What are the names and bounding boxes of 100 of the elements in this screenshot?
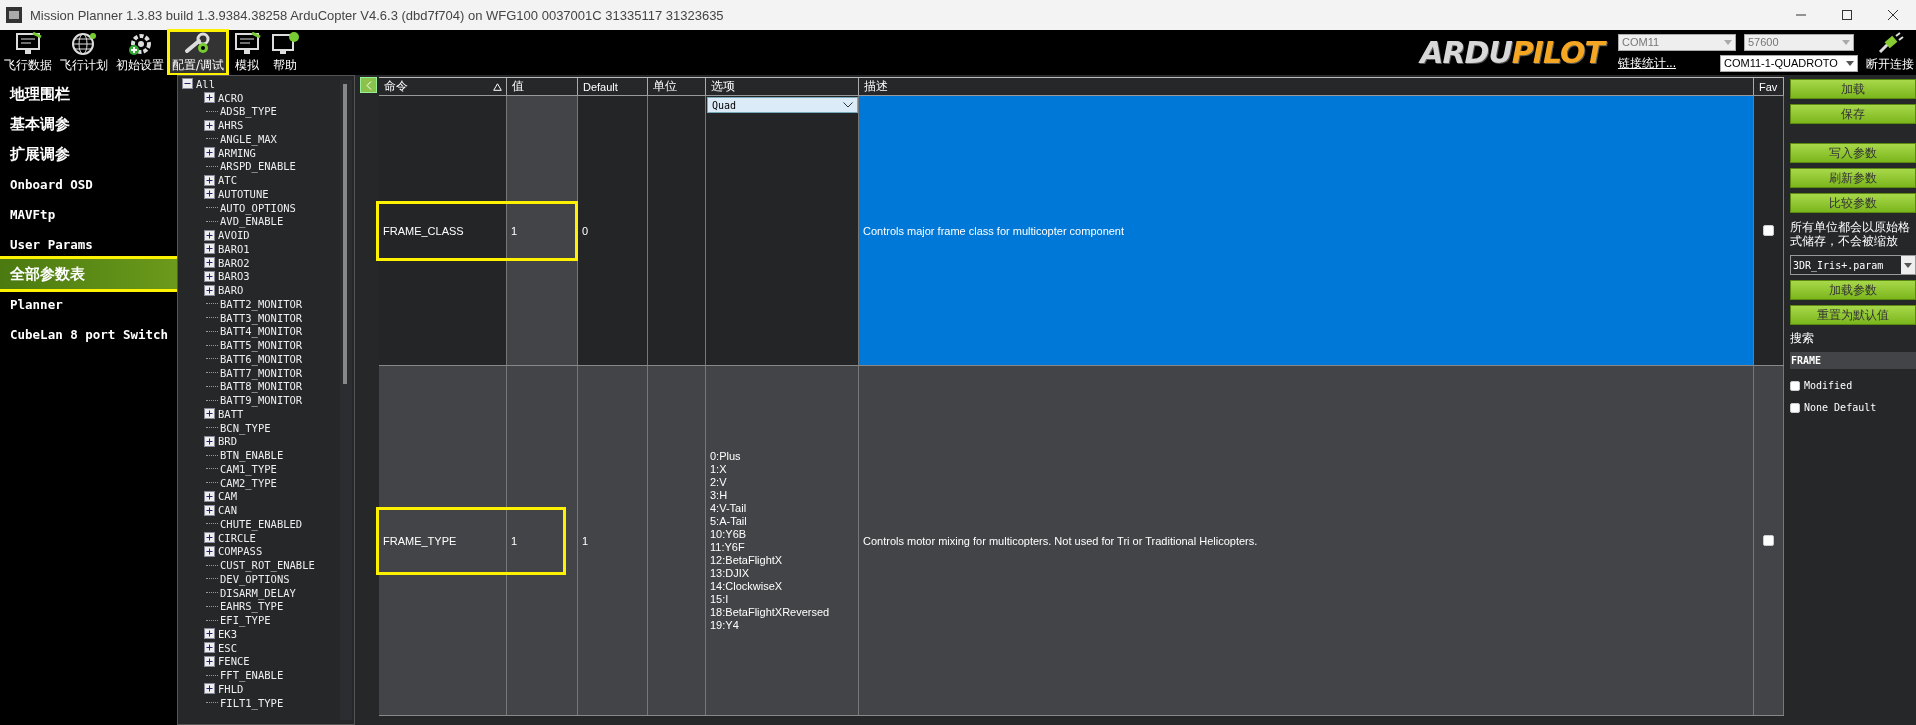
tree-item[interactable]: ACRO — [218, 91, 244, 104]
tree-item[interactable]: CAM1_TYPE — [220, 462, 277, 475]
tree-item[interactable]: FILT1_TYPE — [220, 696, 284, 709]
scrollbar[interactable] — [340, 80, 352, 720]
column-header[interactable]: 描述 — [859, 78, 1754, 95]
tree-item[interactable]: COMPASS — [218, 545, 263, 558]
expand-icon[interactable] — [204, 257, 215, 269]
tree-item[interactable]: BATT — [218, 407, 244, 420]
tree-item[interactable]: BATT6_MONITOR — [220, 352, 303, 365]
tree-item[interactable]: All — [196, 77, 215, 90]
expand-icon[interactable] — [204, 504, 215, 516]
toolbar-tab[interactable]: 飞行计划 — [56, 30, 112, 75]
tree-item[interactable]: EAHRS_TYPE — [220, 600, 284, 613]
close-icon[interactable] — [1888, 10, 1898, 20]
tree-item[interactable]: EK3 — [218, 627, 237, 640]
action-button[interactable]: 加载参数 — [1790, 280, 1916, 300]
expand-icon[interactable] — [204, 628, 215, 640]
tree-item[interactable]: CUST_ROT_ENABLE — [220, 559, 315, 572]
expand-icon[interactable] — [204, 532, 215, 544]
sidebar-item[interactable]: 地理围栏 — [0, 79, 177, 109]
sidebar-item[interactable]: User Params — [0, 229, 177, 259]
tree-item[interactable]: FFT_ENABLE — [220, 669, 284, 682]
tree-item[interactable]: AUTOTUNE — [218, 187, 269, 200]
action-button[interactable]: 重置为默认值 — [1790, 305, 1916, 325]
search-field[interactable]: FRAME_ — [1790, 352, 1916, 369]
tree-item[interactable]: AUTO_OPTIONS — [220, 201, 296, 214]
filter-checkbox[interactable] — [1790, 402, 1800, 413]
sidebar-item[interactable]: 全部参数表 — [0, 259, 177, 289]
tree-item[interactable]: BATT2_MONITOR — [220, 297, 303, 310]
expand-icon[interactable] — [204, 655, 215, 667]
tree-item[interactable]: BATT8_MONITOR — [220, 380, 303, 393]
options-dropdown[interactable]: Quad — [707, 97, 858, 113]
tree-item[interactable]: BATT7_MONITOR — [220, 366, 303, 379]
column-header[interactable]: 命令 — [379, 78, 507, 95]
port-dropdown[interactable]: COM11 — [1618, 33, 1736, 51]
column-header[interactable]: 单位 — [648, 78, 706, 95]
sidebar-item[interactable]: 基本调参 — [0, 109, 177, 139]
expand-icon[interactable] — [204, 270, 215, 282]
tree-item[interactable]: BRD — [218, 435, 237, 448]
tree-item[interactable]: FHLD — [218, 682, 244, 695]
filter-checkbox[interactable] — [1790, 380, 1800, 391]
tree-item[interactable]: ARSPD_ENABLE — [220, 160, 296, 173]
collapse-icon[interactable] — [182, 78, 193, 90]
tree-item[interactable]: BATT5_MONITOR — [220, 339, 303, 352]
column-header[interactable]: 选项 — [706, 78, 859, 95]
sidebar-item[interactable]: MAVFtp — [0, 199, 177, 229]
tree-item[interactable]: CAN — [218, 504, 237, 517]
tree-item[interactable]: BARO1 — [218, 242, 250, 255]
tree-item[interactable]: BCN_TYPE — [220, 421, 271, 434]
tree-item[interactable]: BATT3_MONITOR — [220, 311, 303, 324]
action-button[interactable]: 加载 — [1790, 79, 1916, 99]
toolbar-tab[interactable]: 飞行数据 — [0, 30, 56, 75]
tree-item[interactable]: AVD_ENABLE — [220, 215, 284, 228]
tree-item[interactable]: EFI_TYPE — [220, 614, 271, 627]
expand-icon[interactable] — [204, 683, 215, 695]
value-field[interactable]: 1 — [507, 96, 578, 365]
sidebar-item[interactable]: CubeLan 8 port Switch — [0, 319, 177, 349]
expand-icon[interactable] — [204, 490, 215, 502]
maximize-icon[interactable] — [1842, 10, 1852, 20]
tree-item[interactable]: ARMING — [218, 146, 256, 159]
tree-item[interactable]: AVOID — [218, 229, 250, 242]
tree-item[interactable]: AHRS — [218, 119, 244, 132]
sidebar-item[interactable]: Onboard OSD — [0, 169, 177, 199]
tree-item[interactable]: ATC — [218, 174, 237, 187]
expand-icon[interactable] — [204, 284, 215, 296]
expand-icon[interactable] — [204, 174, 215, 186]
toolbar-tab[interactable]: 模拟 — [228, 30, 267, 75]
sidebar-item[interactable]: Planner — [0, 289, 177, 319]
column-header[interactable]: Default — [578, 78, 648, 95]
tree-item[interactable]: CAM2_TYPE — [220, 476, 277, 489]
expand-icon[interactable] — [204, 229, 215, 241]
expand-icon[interactable] — [204, 92, 215, 104]
disconnect-button[interactable]: 断开连接 — [1866, 32, 1916, 73]
table-row[interactable]: FRAME_CLASS 1 0 Quad Controls major frame class for multicopter component — [379, 96, 1784, 366]
baud-dropdown[interactable]: 57600 — [1744, 33, 1854, 51]
tree-item[interactable]: ADSB_TYPE — [220, 105, 277, 118]
link-stats-link[interactable]: 链接统计... — [1618, 54, 1676, 72]
tree-item[interactable]: BARO2 — [218, 256, 250, 269]
expand-icon[interactable] — [204, 243, 215, 255]
tree-item[interactable]: ANGLE_MAX — [220, 132, 277, 145]
expand-icon[interactable] — [204, 435, 215, 447]
tree-item[interactable]: FENCE — [218, 655, 250, 668]
expand-icon[interactable] — [204, 408, 215, 420]
connection-dropdown[interactable]: COM11-1-QUADROTO — [1720, 54, 1858, 72]
toolbar-tab[interactable]: 配置/调试 — [168, 30, 229, 75]
tree-item[interactable]: CAM — [218, 490, 237, 503]
action-button[interactable]: 刷新参数 — [1790, 168, 1916, 188]
expand-icon[interactable] — [204, 119, 215, 131]
toolbar-tab[interactable]: 帮助 — [266, 30, 305, 75]
tree-item[interactable]: BTN_ENABLE — [220, 449, 284, 462]
favorite-checkbox[interactable] — [1763, 225, 1774, 236]
tree-item[interactable]: ESC — [218, 641, 237, 654]
tree-item[interactable]: BARO3 — [218, 270, 250, 283]
action-button[interactable]: 保存 — [1790, 104, 1916, 124]
tree-item[interactable]: BATT9_MONITOR — [220, 394, 303, 407]
expand-icon[interactable] — [204, 545, 215, 557]
tree-item[interactable]: BATT4_MONITOR — [220, 325, 303, 338]
toolbar-tab[interactable]: 初始设置 — [112, 30, 168, 75]
tree-item[interactable]: DISARM_DELAY — [220, 586, 296, 599]
action-button[interactable]: 写入参数 — [1790, 143, 1916, 163]
